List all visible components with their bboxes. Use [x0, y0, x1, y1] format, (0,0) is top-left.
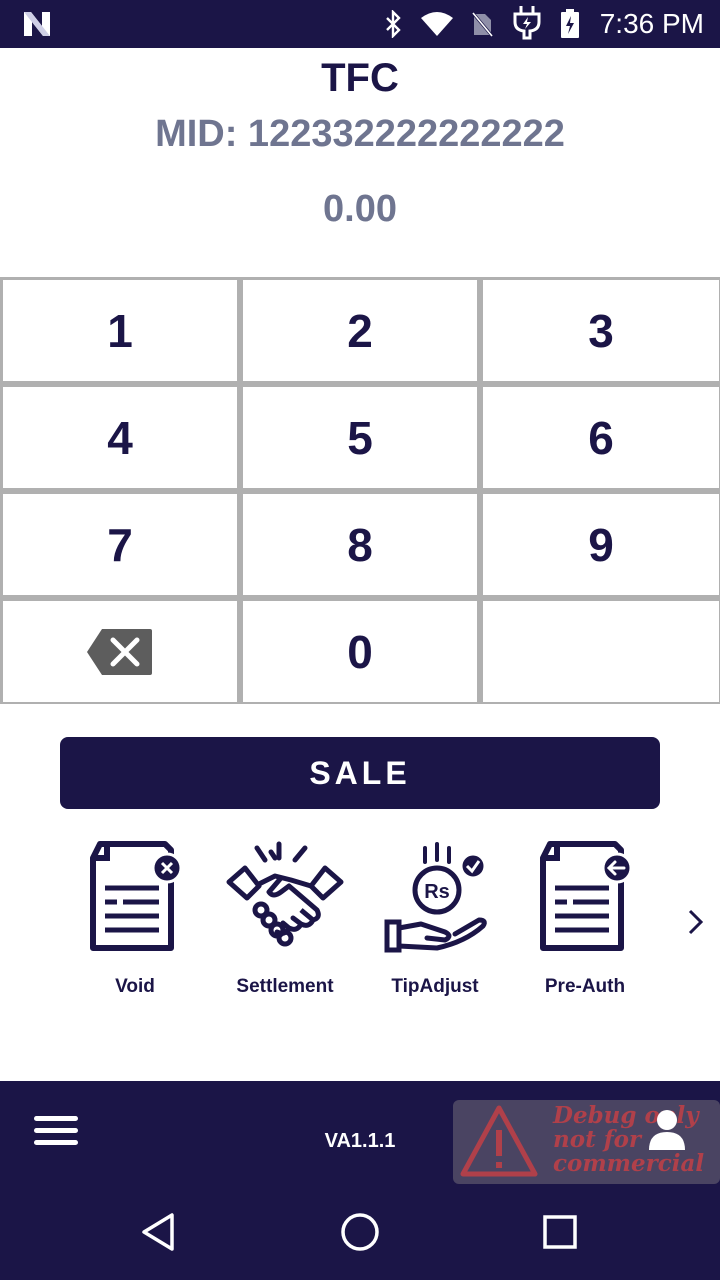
key-7[interactable]: 7 [3, 494, 237, 595]
key-6[interactable]: 6 [483, 387, 719, 488]
amount-display: 0.00 [323, 188, 397, 230]
key-2[interactable]: 2 [243, 280, 477, 381]
settlement-label: Settlement [236, 976, 334, 997]
charging-plug-icon [510, 4, 544, 44]
preauth-document-icon [540, 841, 633, 951]
key-0[interactable]: 0 [243, 601, 477, 702]
key-9[interactable]: 9 [483, 494, 719, 595]
svg-text:Rs: Rs [424, 881, 450, 903]
handshake-icon [226, 841, 344, 947]
rupee-hand-icon: Rs [384, 842, 487, 953]
merchant-id: MID: 122332222222222 [155, 113, 565, 155]
chevron-right-icon[interactable] [682, 902, 710, 942]
quick-actions: Void Settlement Rs TipAdjust Pre-Auth [60, 836, 660, 1006]
debug-text: Debug only not for commercial [553, 1102, 705, 1177]
sale-button[interactable]: SALE [60, 737, 660, 809]
key-1[interactable]: 1 [3, 280, 237, 381]
recent-apps-nav-icon[interactable] [538, 1210, 582, 1254]
wifi-icon [420, 11, 454, 37]
settlement-action[interactable]: Settlement [210, 836, 360, 1006]
preauth-action[interactable]: Pre-Auth [510, 836, 660, 1006]
void-action[interactable]: Void [60, 836, 210, 1006]
battery-charging-icon [560, 9, 580, 39]
warning-icon [460, 1105, 538, 1177]
back-nav-icon[interactable] [138, 1210, 182, 1254]
bluetooth-icon [384, 10, 404, 38]
preauth-label: Pre-Auth [544, 976, 626, 997]
tipadjust-label: TipAdjust [391, 976, 479, 997]
numeric-keypad: 1 2 3 4 5 6 7 8 9 0 [0, 277, 720, 704]
tipadjust-action[interactable]: Rs TipAdjust [360, 836, 510, 1006]
key-3[interactable]: 3 [483, 280, 719, 381]
key-8[interactable]: 8 [243, 494, 477, 595]
user-icon[interactable] [646, 1108, 688, 1152]
app-version: VA1.1.1 [324, 1130, 396, 1152]
no-sim-icon [470, 10, 494, 38]
key-4[interactable]: 4 [3, 387, 237, 488]
backspace-key[interactable] [3, 601, 237, 702]
hamburger-menu-icon[interactable] [32, 1113, 80, 1149]
key-empty [483, 601, 719, 702]
status-time: 7:36 PM [599, 8, 704, 39]
notification-n-icon [22, 10, 52, 38]
key-5[interactable]: 5 [243, 387, 477, 488]
void-label: Void [115, 976, 155, 997]
void-document-icon [90, 841, 183, 951]
merchant-name: TFC [321, 56, 399, 100]
home-nav-icon[interactable] [338, 1210, 382, 1254]
backspace-icon [87, 628, 152, 675]
status-bar: 7:36 PM [0, 0, 720, 48]
